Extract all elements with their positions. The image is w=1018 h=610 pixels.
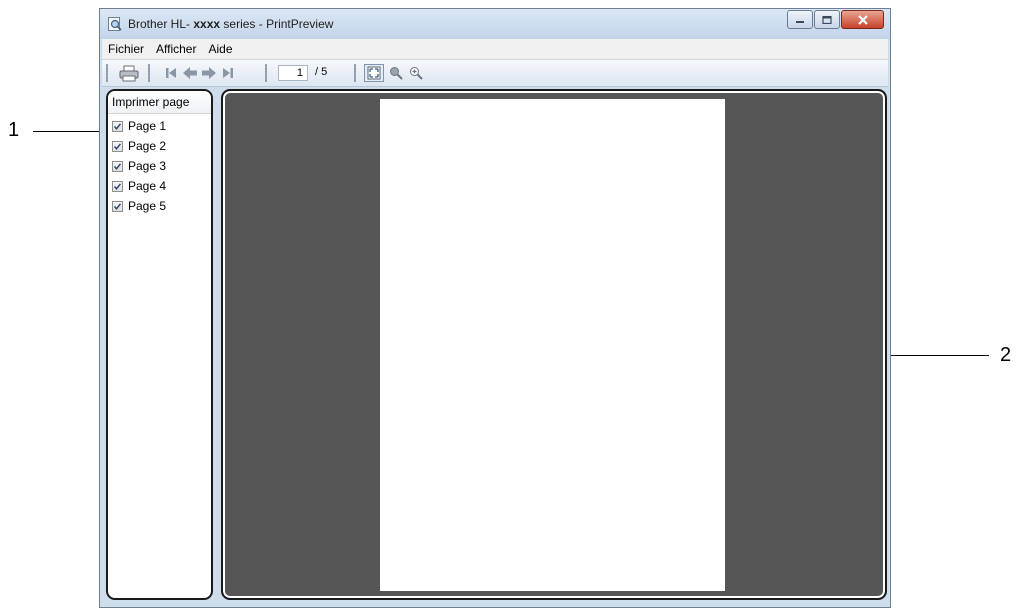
zoom-out-button[interactable] — [387, 64, 405, 82]
checkmark-icon — [113, 122, 122, 130]
checkmark-icon — [113, 182, 122, 190]
checkmark-icon — [113, 202, 122, 210]
page-item-3[interactable]: Page 3 — [108, 156, 211, 176]
checkmark-icon — [113, 142, 122, 150]
last-page-icon — [223, 68, 233, 78]
title-suffix: series - PrintPreview — [220, 17, 334, 31]
toolbar-separator — [148, 64, 150, 82]
callout-line-1 — [33, 131, 108, 132]
toolbar: 1 / 5 — [102, 60, 888, 87]
minimize-button[interactable] — [787, 10, 813, 29]
window-title: Brother HL- xxxx series - PrintPreview — [128, 17, 333, 31]
page-preview — [380, 99, 725, 591]
zoom-in-icon — [410, 67, 423, 80]
minimize-icon — [796, 20, 804, 23]
page-total-label: / 5 — [315, 66, 328, 78]
last-page-button[interactable] — [219, 64, 237, 82]
callout-line-2 — [889, 355, 989, 356]
print-button[interactable] — [118, 64, 140, 82]
toolbar-separator — [354, 64, 356, 82]
first-page-icon — [166, 68, 176, 78]
page-4-checkbox[interactable] — [112, 180, 123, 192]
maximize-button[interactable] — [814, 10, 840, 29]
close-button[interactable] — [841, 10, 884, 29]
zoom-in-button[interactable] — [407, 64, 425, 82]
title-bar[interactable]: Brother HL- xxxx series - PrintPreview — [100, 9, 890, 39]
page-item-1[interactable]: Page 1 — [108, 116, 211, 136]
previous-page-icon — [183, 67, 197, 79]
preview-area[interactable] — [221, 89, 887, 600]
window-controls — [786, 10, 884, 29]
menu-afficher[interactable]: Afficher — [150, 42, 202, 56]
title-prefix: Brother HL- — [128, 17, 191, 31]
page-1-label: Page 1 — [128, 119, 167, 133]
page-item-4[interactable]: Page 4 — [108, 176, 211, 196]
previous-page-button[interactable] — [181, 64, 199, 82]
next-page-icon — [202, 67, 216, 79]
page-1-checkbox[interactable] — [112, 120, 123, 132]
page-item-2[interactable]: Page 2 — [108, 136, 211, 156]
next-page-button[interactable] — [200, 64, 218, 82]
page-3-checkbox[interactable] — [112, 160, 123, 172]
print-preview-app-icon — [108, 17, 122, 31]
fit-page-icon — [367, 66, 381, 80]
page-2-label: Page 2 — [128, 139, 167, 153]
page-3-label: Page 3 — [128, 159, 167, 173]
page-5-checkbox[interactable] — [112, 200, 123, 212]
checkmark-icon — [113, 162, 122, 170]
menu-aide[interactable]: Aide — [202, 42, 238, 56]
fit-page-button[interactable] — [364, 64, 384, 82]
page-selection-panel: Imprimer page Page 1 Page 2 Page 3 Page … — [106, 89, 213, 600]
menu-fichier[interactable]: Fichier — [102, 42, 150, 56]
close-icon — [857, 14, 868, 25]
title-model: xxxx — [193, 17, 221, 31]
page-5-label: Page 5 — [128, 199, 167, 213]
page-2-checkbox[interactable] — [112, 140, 123, 152]
first-page-button[interactable] — [162, 64, 180, 82]
callout-number-1: 1 — [8, 119, 20, 141]
print-preview-window: Brother HL- xxxx series - PrintPreview F… — [99, 8, 891, 608]
zoom-out-icon — [390, 67, 403, 80]
toolbar-grip[interactable] — [106, 64, 108, 82]
sidebar-header: Imprimer page — [108, 91, 211, 114]
page-item-5[interactable]: Page 5 — [108, 196, 211, 216]
callout-number-2: 2 — [1000, 344, 1012, 366]
printer-icon — [119, 65, 139, 81]
menu-bar: Fichier Afficher Aide — [102, 39, 888, 60]
toolbar-separator — [265, 64, 267, 82]
page-4-label: Page 4 — [128, 179, 167, 193]
maximize-icon — [822, 15, 832, 24]
current-page-input[interactable]: 1 — [278, 65, 308, 81]
